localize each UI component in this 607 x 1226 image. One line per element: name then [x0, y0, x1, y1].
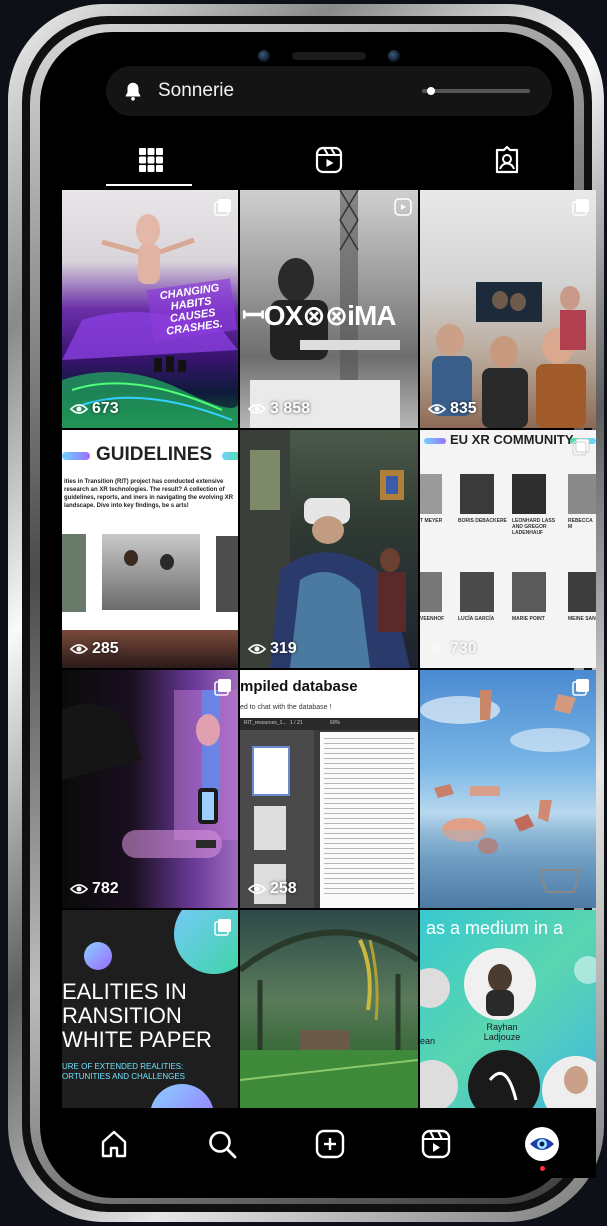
view-count: 319: [248, 640, 297, 658]
post-heading: mpiled database: [240, 678, 358, 695]
multi-photo-icon: [572, 199, 589, 216]
member-name: VEENHOF: [420, 616, 445, 622]
post-thumbnail[interactable]: EU XR COMMUNITY T MEYER BORIS DEBACKERE …: [420, 430, 596, 668]
post-thumbnail[interactable]: mpiled database ed to chat with the data…: [240, 670, 418, 908]
home-icon: [101, 1130, 127, 1158]
person-label-left: ean: [420, 1036, 436, 1046]
member-name: MEINE SAN: [568, 616, 596, 622]
nav-search[interactable]: [204, 1126, 240, 1162]
person-label: Rayhan Ladjouze: [483, 1022, 521, 1042]
view-count: 3 858: [248, 400, 310, 418]
view-count: 730: [428, 640, 477, 658]
post-art: [240, 430, 410, 668]
post-heading: EU XR COMMUNITY: [450, 432, 574, 447]
heading-accent-bar: [424, 438, 446, 444]
post-thumbnail[interactable]: 319: [240, 430, 418, 668]
view-count: 673: [70, 400, 119, 418]
views-icon: [70, 884, 88, 894]
profile-tabs: [62, 134, 596, 186]
post-thumbnail[interactable]: GUIDELINES ities in Transition (RIT) pro…: [62, 430, 238, 668]
multi-photo-icon: [214, 679, 231, 696]
post-heading: EALITIES IN RANSITION WHITE PAPER: [62, 979, 212, 1052]
post-thumbnail[interactable]: as a medium in a Rayhan Ladjouze ean: [420, 910, 596, 1110]
post-thumbnail[interactable]: 835: [420, 190, 596, 428]
view-count: 285: [70, 640, 119, 658]
earpiece-speaker: [292, 52, 366, 60]
member-name: REBECCA M: [568, 518, 593, 530]
view-count: 835: [428, 400, 477, 418]
member-name: T MEYER: [420, 518, 443, 524]
post-art: [240, 929, 418, 1110]
posts-grid: CHANGING HABITS CAUSES CRASHES. 673 ꟷOX⊗…: [62, 190, 596, 1110]
multi-photo-icon: [572, 679, 589, 696]
tagged-icon: [495, 145, 519, 174]
ringer-notification[interactable]: Sonnerie: [106, 66, 552, 116]
profile-avatar-icon: [525, 1127, 559, 1161]
multi-photo-icon: [214, 199, 231, 216]
tab-reels[interactable]: [240, 134, 418, 186]
post-art: [420, 948, 596, 1110]
post-heading: GUIDELINES: [96, 444, 213, 465]
nav-reels[interactable]: [418, 1126, 454, 1162]
active-tab-indicator: [106, 184, 192, 186]
member-name: LUCÍA GARCÍA: [458, 616, 495, 622]
nav-home[interactable]: [96, 1126, 132, 1162]
views-icon: [248, 404, 266, 414]
grid-icon: [139, 148, 163, 172]
portrait-grid: [420, 474, 596, 668]
nav-create[interactable]: [312, 1126, 348, 1162]
view-count: 258: [248, 880, 297, 898]
face-sensor: [388, 50, 400, 62]
views-icon: [428, 404, 446, 414]
bottom-navigation: [62, 1108, 596, 1178]
views-icon: [428, 644, 446, 654]
member-name: BORIS DEBACKERE: [458, 518, 507, 524]
post-thumbnail[interactable]: CHANGING HABITS CAUSES CRASHES. 673: [62, 190, 238, 428]
post-thumbnail[interactable]: [240, 910, 418, 1110]
front-camera: [258, 50, 270, 62]
post-thumbnail[interactable]: EALITIES IN RANSITION WHITE PAPER URE OF…: [62, 910, 238, 1110]
reels-icon: [315, 146, 343, 174]
post-thumbnail[interactable]: [420, 670, 596, 908]
search-icon: [209, 1131, 237, 1159]
views-icon: [70, 404, 88, 414]
multi-photo-icon: [572, 438, 590, 456]
volume-slider[interactable]: [422, 87, 530, 95]
post-art: [62, 690, 238, 858]
post-thumbnail[interactable]: ꟷOX⊗⊗iMA 3 858: [240, 190, 418, 428]
heading-accent-bar-right: [222, 452, 238, 460]
post-subheading: URE OF EXTENDED REALITIES: ORTUNITIES AN…: [62, 1062, 185, 1081]
views-icon: [70, 644, 88, 654]
member-name: MARIE POINT: [512, 616, 545, 622]
multi-photo-icon: [214, 919, 231, 936]
post-art: [432, 282, 586, 428]
post-body-text: ities in Transition (RIT) project has co…: [64, 479, 234, 509]
post-overlay-text: ꟷOX⊗⊗iMA: [242, 300, 396, 331]
post-thumbnail[interactable]: 782: [62, 670, 238, 908]
bell-icon: [125, 82, 141, 101]
nav-profile[interactable]: [524, 1126, 560, 1162]
post-art: [420, 690, 596, 908]
ringer-label: Sonnerie: [158, 80, 235, 101]
add-post-icon: [315, 1129, 345, 1159]
notification-dot: [540, 1166, 545, 1171]
tab-tagged[interactable]: [418, 134, 596, 186]
view-count: 782: [70, 880, 119, 898]
pdf-filename: RIT_resources_1...: [244, 720, 287, 726]
post-subheading: ed to chat with the database !: [240, 704, 332, 711]
views-icon: [248, 644, 266, 654]
tab-grid[interactable]: [62, 134, 240, 186]
views-icon: [248, 884, 266, 894]
volume-knob[interactable]: [427, 87, 436, 95]
reel-icon: [394, 198, 412, 216]
pdf-zoom: 60%: [330, 720, 341, 726]
pdf-page-number: 1 / 21: [290, 720, 303, 726]
reels-icon: [421, 1129, 451, 1159]
heading-accent-bar: [62, 452, 90, 460]
member-name: LEONHARD LASS AND GREGOR LADENHAUF: [512, 518, 556, 536]
